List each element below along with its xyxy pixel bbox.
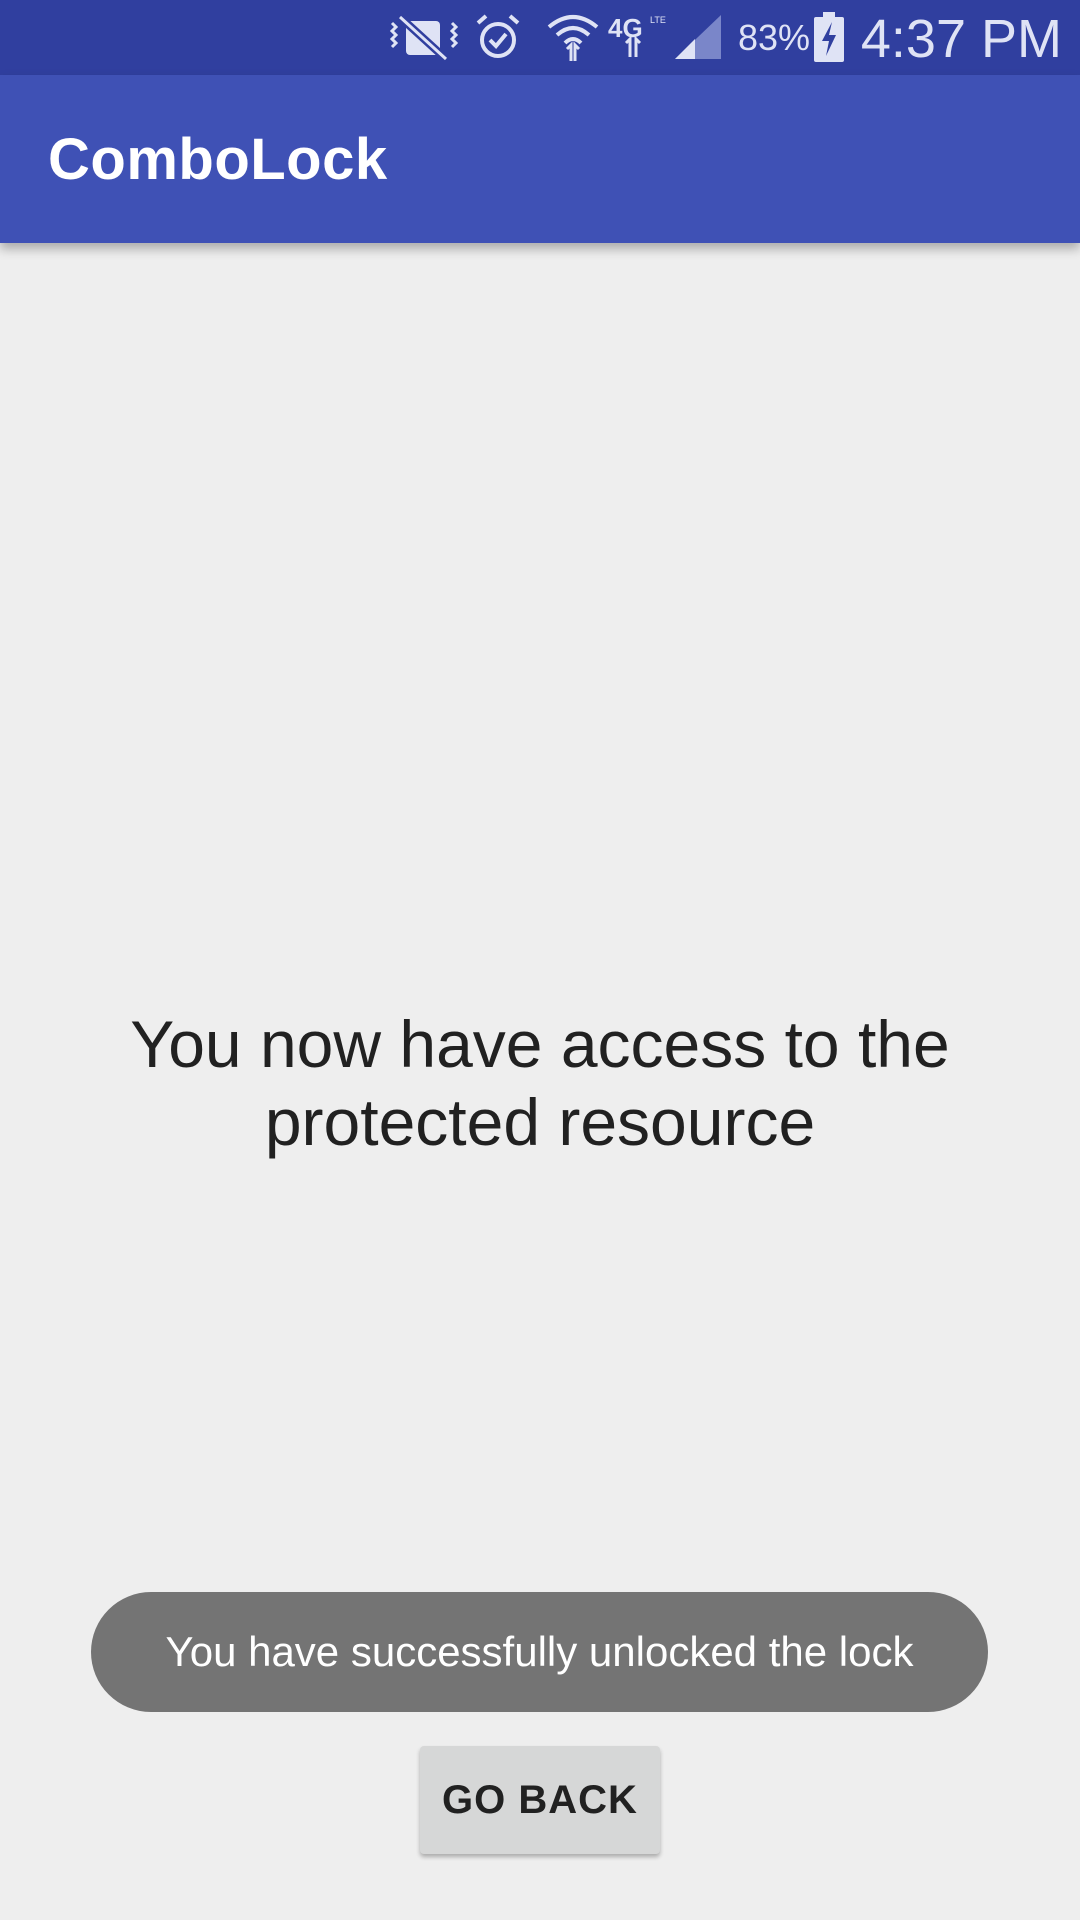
4g-lte-icon: 4G LTE [608,10,668,64]
battery-charging-icon [812,10,846,64]
status-clock: 4:37 PM [860,9,1062,69]
screen: 4G LTE 83% 4:37 PM ComboLock You now hav… [0,0,1080,1920]
vibrate-mute-icon [388,10,460,64]
wifi-icon [544,10,602,64]
app-bar: ComboLock [0,75,1080,243]
status-bar: 4G LTE 83% 4:37 PM [0,0,1080,75]
access-message: You now have access to the protected res… [130,1007,950,1159]
alarm-icon [472,10,524,64]
go-back-button[interactable]: GO BACK [420,1746,660,1854]
svg-text:LTE: LTE [650,15,666,25]
toast-message: You have successfully unlocked the lock [91,1592,988,1712]
signal-icon [672,10,724,64]
app-title: ComboLock [48,127,388,192]
battery-percent: 83% [738,17,811,58]
